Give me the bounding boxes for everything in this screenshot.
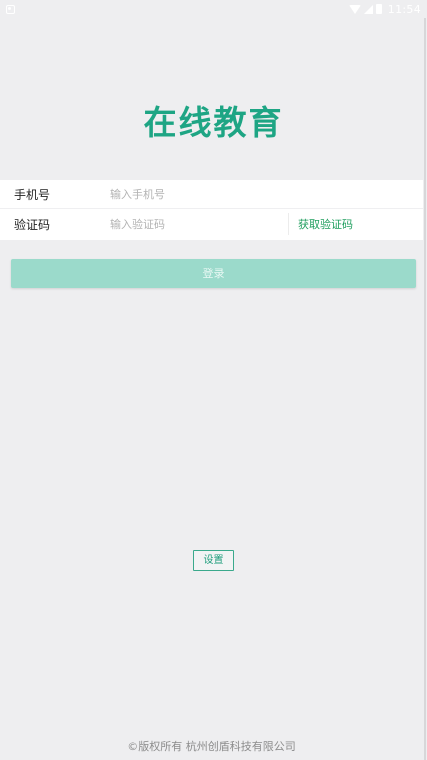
- signal-icon: [363, 4, 373, 14]
- status-right: 11:54: [348, 2, 421, 16]
- notification-icon: [6, 4, 15, 14]
- phone-label: 手机号: [14, 187, 51, 202]
- status-bar: 11:54: [0, 0, 427, 18]
- wifi-icon: [348, 4, 361, 14]
- status-left: [6, 4, 15, 14]
- code-input[interactable]: [110, 213, 280, 236]
- login-button[interactable]: 登录: [11, 259, 416, 288]
- settings-button[interactable]: 设置: [193, 550, 234, 571]
- phone-row: 手机号: [0, 180, 423, 209]
- code-row: 验证码 获取验证码: [0, 210, 423, 239]
- phone-input[interactable]: [110, 183, 410, 205]
- code-label: 验证码: [14, 218, 51, 232]
- battery-icon: [375, 4, 382, 14]
- footer-copyright: ©版权所有 杭州创盾科技有限公司: [127, 740, 296, 753]
- get-code-button[interactable]: 获取验证码: [298, 210, 353, 239]
- login-screen: 11:54 在线教育 手机号 验证码 获取验证码 登录 设置 ©版权所有 杭州创…: [0, 0, 427, 760]
- app-title: 在线教育: [143, 103, 284, 142]
- status-time: 11:54: [387, 2, 421, 16]
- login-form: 手机号 验证码 获取验证码: [0, 180, 423, 240]
- code-divider: [288, 213, 289, 235]
